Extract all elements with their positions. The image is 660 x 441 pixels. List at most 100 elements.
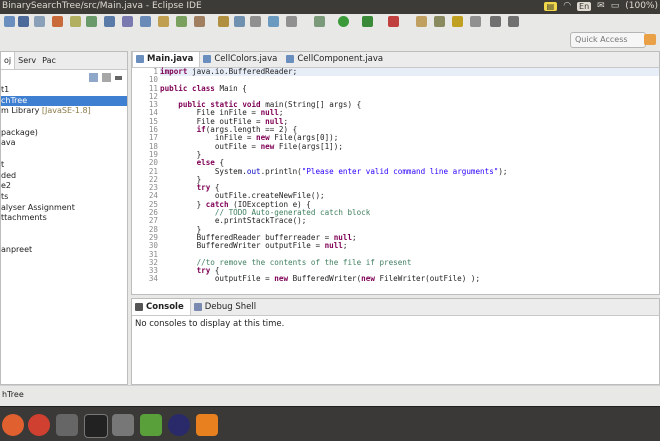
back-icon[interactable] bbox=[490, 16, 501, 27]
main-toolbar bbox=[0, 14, 660, 31]
code-line[interactable]: 30 BufferedWriter outputFile = null; bbox=[149, 241, 659, 251]
open-type-icon[interactable] bbox=[416, 16, 427, 27]
tab-debug-shell[interactable]: Debug Shell bbox=[191, 299, 262, 315]
tab-package[interactable]: Pac bbox=[39, 56, 59, 65]
tab-cellcolors-java[interactable]: CellColors.java bbox=[200, 52, 283, 67]
window-title: BinarySearchTree/src/Main.java - Eclipse… bbox=[2, 1, 202, 11]
battery-percent: (100%) bbox=[625, 1, 658, 11]
tree-item[interactable]: t bbox=[1, 160, 127, 171]
code-line[interactable]: 27 e.printStackTrace(); bbox=[149, 217, 659, 226]
tree-item[interactable]: anpreet bbox=[1, 245, 127, 256]
save-all-icon[interactable] bbox=[34, 16, 45, 27]
collapse-all-icon[interactable] bbox=[89, 73, 98, 82]
code-line[interactable]: 34 outputFile = new BufferedWriter(new F… bbox=[149, 274, 659, 284]
code-line[interactable]: 18 outFile = new File(args[1]); bbox=[149, 142, 659, 151]
tree-item[interactable]: ttachments bbox=[1, 213, 127, 224]
tree-item[interactable] bbox=[1, 224, 127, 235]
debug-shell-icon bbox=[193, 303, 202, 311]
check-app-icon[interactable] bbox=[140, 414, 162, 436]
project-icon[interactable] bbox=[140, 16, 151, 27]
jump-icon[interactable] bbox=[234, 16, 245, 27]
task-icon[interactable] bbox=[250, 16, 261, 27]
new-icon[interactable] bbox=[4, 16, 15, 27]
left-panel-tools bbox=[1, 70, 127, 85]
quick-access-input[interactable] bbox=[570, 32, 646, 48]
tree-item[interactable] bbox=[1, 149, 127, 160]
debug-icon[interactable] bbox=[86, 16, 97, 27]
build-icon[interactable] bbox=[70, 16, 81, 27]
terminal-icon[interactable] bbox=[104, 16, 115, 27]
forward-icon[interactable] bbox=[508, 16, 519, 27]
view-menu-icon[interactable] bbox=[115, 75, 122, 80]
project-tree: t1 chTree m Library [JavaSE-1.8] package) av… bbox=[1, 85, 127, 256]
tree-item[interactable]: ts bbox=[1, 192, 127, 203]
code-line[interactable]: 32 //to remove the contents of the file … bbox=[149, 258, 659, 267]
tab-servers[interactable]: Serv bbox=[15, 56, 39, 65]
marker-icon[interactable] bbox=[194, 16, 205, 27]
java-file-icon bbox=[136, 55, 144, 63]
tasks-icon[interactable] bbox=[122, 16, 133, 27]
tree-item[interactable]: ded bbox=[1, 171, 127, 182]
code-text: BufferedWriter outputFile = null; bbox=[160, 241, 348, 251]
tree-item[interactable]: chTree bbox=[1, 95, 127, 107]
code-line[interactable]: 19 } bbox=[149, 150, 659, 159]
tree-item[interactable] bbox=[1, 235, 127, 246]
code-area[interactable]: 1 import java.io.BufferedReader; 10 11 publi… bbox=[149, 67, 659, 294]
code-line[interactable]: 11 public class Main { bbox=[149, 83, 659, 93]
eclipse-icon[interactable] bbox=[168, 414, 190, 436]
firefox-icon[interactable] bbox=[2, 414, 24, 436]
console-icon[interactable] bbox=[268, 16, 279, 27]
chrome-icon[interactable] bbox=[28, 414, 50, 436]
run-icon[interactable] bbox=[338, 16, 349, 27]
annotation-icon[interactable] bbox=[452, 16, 463, 27]
battery-icon[interactable]: ▭ bbox=[611, 1, 620, 11]
tree-item[interactable]: t1 bbox=[1, 85, 127, 96]
print-icon[interactable] bbox=[52, 16, 63, 27]
language-indicator[interactable]: En bbox=[577, 1, 592, 11]
java-file-icon bbox=[286, 55, 295, 63]
search-icon[interactable] bbox=[434, 16, 445, 27]
mail-icon[interactable]: ✉ bbox=[597, 1, 605, 11]
tree-item[interactable]: e2 bbox=[1, 181, 127, 192]
tree-item[interactable] bbox=[1, 117, 127, 128]
tab-package-explorer[interactable]: oj bbox=[1, 52, 16, 69]
nav-icon[interactable] bbox=[470, 16, 481, 27]
taskbar bbox=[0, 406, 660, 441]
tree-item[interactable]: ava bbox=[1, 138, 127, 149]
debug-run-icon[interactable] bbox=[314, 16, 325, 27]
breakpoint-icon[interactable] bbox=[286, 16, 297, 27]
console-tabs: Console Debug Shell bbox=[132, 299, 659, 316]
secondary-toolbar bbox=[0, 30, 660, 50]
left-panel-tabs: oj Serv Pac bbox=[1, 52, 127, 70]
highlight-icon[interactable] bbox=[218, 16, 229, 27]
tree-item[interactable]: alyser Assignment bbox=[1, 203, 127, 214]
code-line[interactable]: 1 import java.io.BufferedReader; bbox=[153, 67, 659, 77]
tree-item[interactable]: package) bbox=[1, 128, 127, 139]
link-editor-icon[interactable] bbox=[102, 73, 111, 82]
tools-icon[interactable] bbox=[176, 16, 187, 27]
perspective-icon[interactable] bbox=[644, 34, 656, 45]
editor-tabs: Main.java CellColors.java CellComponent.… bbox=[132, 52, 659, 68]
status-text: hTree bbox=[2, 390, 24, 399]
package-icon[interactable] bbox=[158, 16, 169, 27]
terminal-app-icon[interactable] bbox=[84, 414, 108, 438]
tab-cellcomponent-java[interactable]: CellComponent.java bbox=[283, 52, 389, 67]
console-panel: Console Debug Shell No consoles to displ… bbox=[131, 298, 660, 385]
external-tools-icon[interactable] bbox=[388, 16, 399, 27]
save-icon[interactable] bbox=[18, 16, 29, 27]
code-text: outputFile = new BufferedWriter(new File… bbox=[160, 274, 481, 284]
wifi-icon[interactable]: ◠ bbox=[563, 1, 571, 11]
coverage-icon[interactable] bbox=[362, 16, 373, 27]
console-message: No consoles to display at this time. bbox=[135, 319, 285, 329]
tree-item[interactable]: m Library [JavaSE-1.8] bbox=[1, 106, 127, 117]
tab-console[interactable]: Console bbox=[132, 299, 191, 315]
code-line[interactable]: 21 System.out.println("Please enter vali… bbox=[149, 167, 659, 176]
console-icon bbox=[135, 303, 143, 311]
vlc-icon[interactable] bbox=[196, 414, 218, 436]
close-app-icon[interactable] bbox=[112, 414, 134, 436]
settings-icon[interactable] bbox=[56, 414, 78, 436]
keyboard-icon[interactable]: ▤ bbox=[543, 1, 558, 11]
tab-main-java[interactable]: Main.java bbox=[132, 52, 201, 67]
code-line[interactable]: 22 } bbox=[149, 175, 659, 184]
code-text: public class Main { bbox=[160, 83, 247, 93]
